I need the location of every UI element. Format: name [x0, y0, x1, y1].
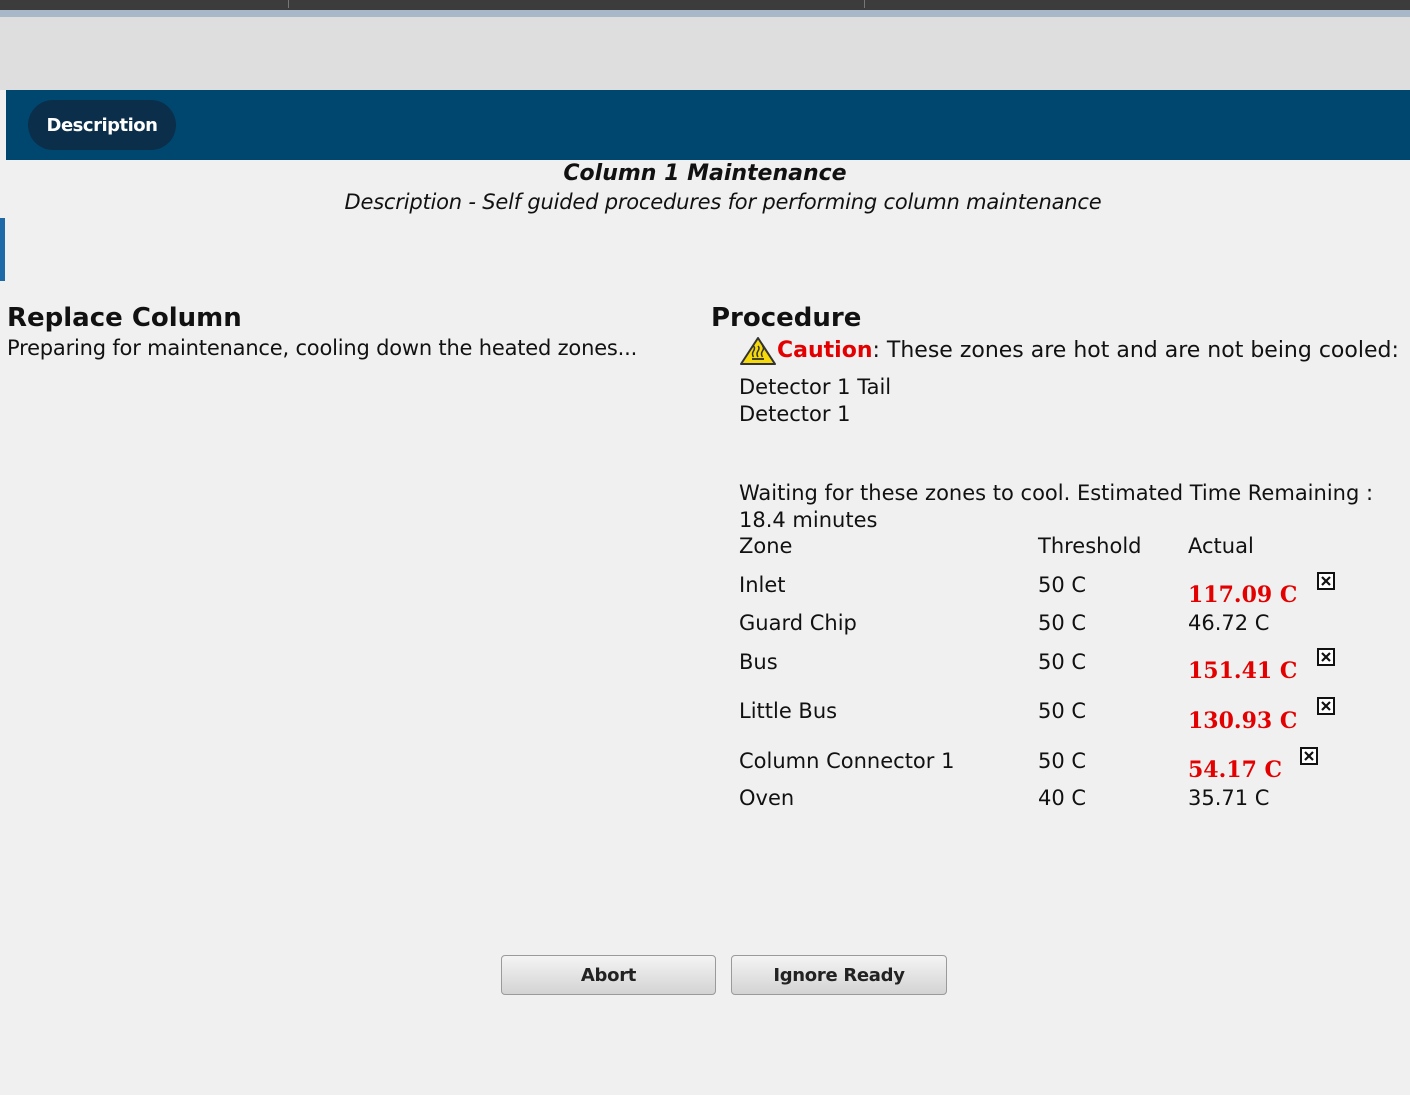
zone-name: Bus	[739, 650, 778, 674]
column-header-zone: Zone	[739, 534, 793, 558]
uncooled-zone-item: Detector 1	[739, 402, 851, 426]
zone-name: Guard Chip	[739, 611, 857, 635]
dismiss-zone-checkbox[interactable]	[1300, 747, 1318, 765]
section-heading-replace-column: Replace Column	[7, 303, 242, 333]
caution-label: Caution	[777, 338, 873, 363]
hot-surface-warning-icon	[739, 336, 777, 366]
title-bar-underline	[0, 10, 1410, 17]
zone-actual-temp: 130.93 C	[1188, 708, 1298, 734]
close-icon	[1304, 751, 1314, 761]
close-icon	[1321, 576, 1331, 586]
ignore-ready-button[interactable]: Ignore Ready	[731, 955, 947, 995]
zone-actual-temp: 46.72 C	[1188, 611, 1270, 635]
page-title: Column 1 Maintenance	[563, 161, 847, 186]
waiting-message: Waiting for these zones to cool. Estimat…	[739, 481, 1374, 505]
uncooled-zone-item: Detector 1 Tail	[739, 375, 892, 399]
title-bar	[0, 0, 1410, 10]
title-bar-divider	[864, 0, 865, 8]
abort-button[interactable]: Abort	[501, 955, 716, 995]
close-icon	[1321, 701, 1331, 711]
zone-threshold: 50 C	[1038, 650, 1087, 674]
close-icon	[1321, 652, 1331, 662]
dismiss-zone-checkbox[interactable]	[1317, 572, 1335, 590]
time-remaining: 18.4 minutes	[739, 508, 878, 532]
zone-actual-temp: 54.17 C	[1188, 757, 1283, 783]
left-accent-bar	[0, 218, 5, 281]
status-text: Preparing for maintenance, cooling down …	[7, 336, 638, 360]
dismiss-zone-checkbox[interactable]	[1317, 648, 1335, 666]
caution-text: : These zones are hot and are not being …	[872, 338, 1399, 363]
zone-threshold: 50 C	[1038, 699, 1087, 723]
zone-name: Oven	[739, 786, 795, 810]
zone-name: Little Bus	[739, 699, 838, 723]
nav-bar: Description	[6, 90, 1410, 160]
zone-name: Inlet	[739, 573, 786, 597]
zone-name: Column Connector 1	[739, 749, 955, 773]
zone-threshold: 50 C	[1038, 573, 1087, 597]
zone-actual-temp: 117.09 C	[1188, 582, 1298, 608]
toolbar-area	[0, 17, 1410, 90]
column-header-threshold: Threshold	[1038, 534, 1142, 558]
tab-description[interactable]: Description	[28, 100, 176, 150]
section-heading-procedure: Procedure	[711, 303, 862, 333]
zone-actual-temp: 35.71 C	[1188, 786, 1270, 810]
zone-actual-temp: 151.41 C	[1188, 658, 1298, 684]
title-bar-divider	[288, 0, 289, 8]
zone-threshold: 50 C	[1038, 749, 1087, 773]
zone-threshold: 40 C	[1038, 786, 1087, 810]
page-subtitle: Description - Self guided procedures for…	[344, 190, 1102, 214]
caution-message: Caution : These zones are hot and are no…	[739, 336, 1399, 366]
column-header-actual: Actual	[1188, 534, 1254, 558]
zone-threshold: 50 C	[1038, 611, 1087, 635]
dismiss-zone-checkbox[interactable]	[1317, 697, 1335, 715]
